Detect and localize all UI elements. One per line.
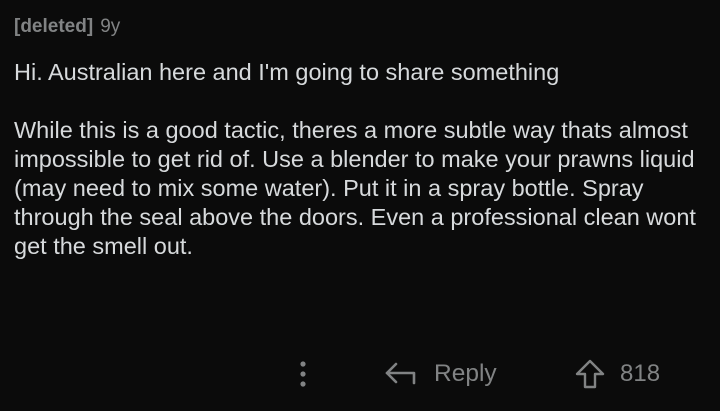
- upvote-arrow-icon[interactable]: [574, 358, 606, 390]
- vote-controls: 818: [574, 356, 660, 392]
- more-options-button[interactable]: [288, 358, 318, 390]
- comment-body: Hi. Australian here and I'm going to sha…: [14, 58, 704, 261]
- reply-button[interactable]: Reply: [384, 356, 497, 392]
- comment: [deleted] 9y Hi. Australian here and I'm …: [0, 0, 720, 411]
- comment-author[interactable]: [deleted]: [14, 16, 93, 37]
- vote-score: 818: [620, 360, 661, 387]
- comment-meta: [deleted] 9y: [14, 16, 120, 38]
- reply-label: Reply: [434, 360, 497, 387]
- comment-actions: Reply 818: [0, 356, 720, 392]
- reply-arrow-icon: [385, 362, 416, 385]
- comment-age: 9y: [100, 16, 121, 37]
- comment-paragraph: While this is a good tactic, theres a mo…: [14, 117, 696, 259]
- vertical-ellipsis-icon: [300, 361, 306, 387]
- comment-paragraph: Hi. Australian here and I'm going to sha…: [14, 59, 560, 85]
